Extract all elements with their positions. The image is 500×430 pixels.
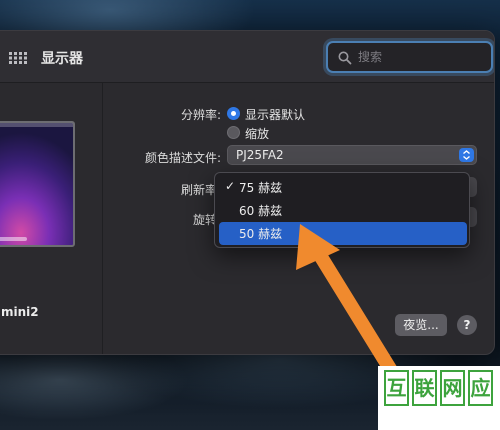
watermark-char: 应	[468, 370, 493, 406]
watermark-logo: 互 联 网 应	[378, 366, 500, 430]
watermark-char: 互	[384, 370, 409, 406]
watermark-char: 联	[412, 370, 437, 406]
watermark-char: 网	[440, 370, 465, 406]
